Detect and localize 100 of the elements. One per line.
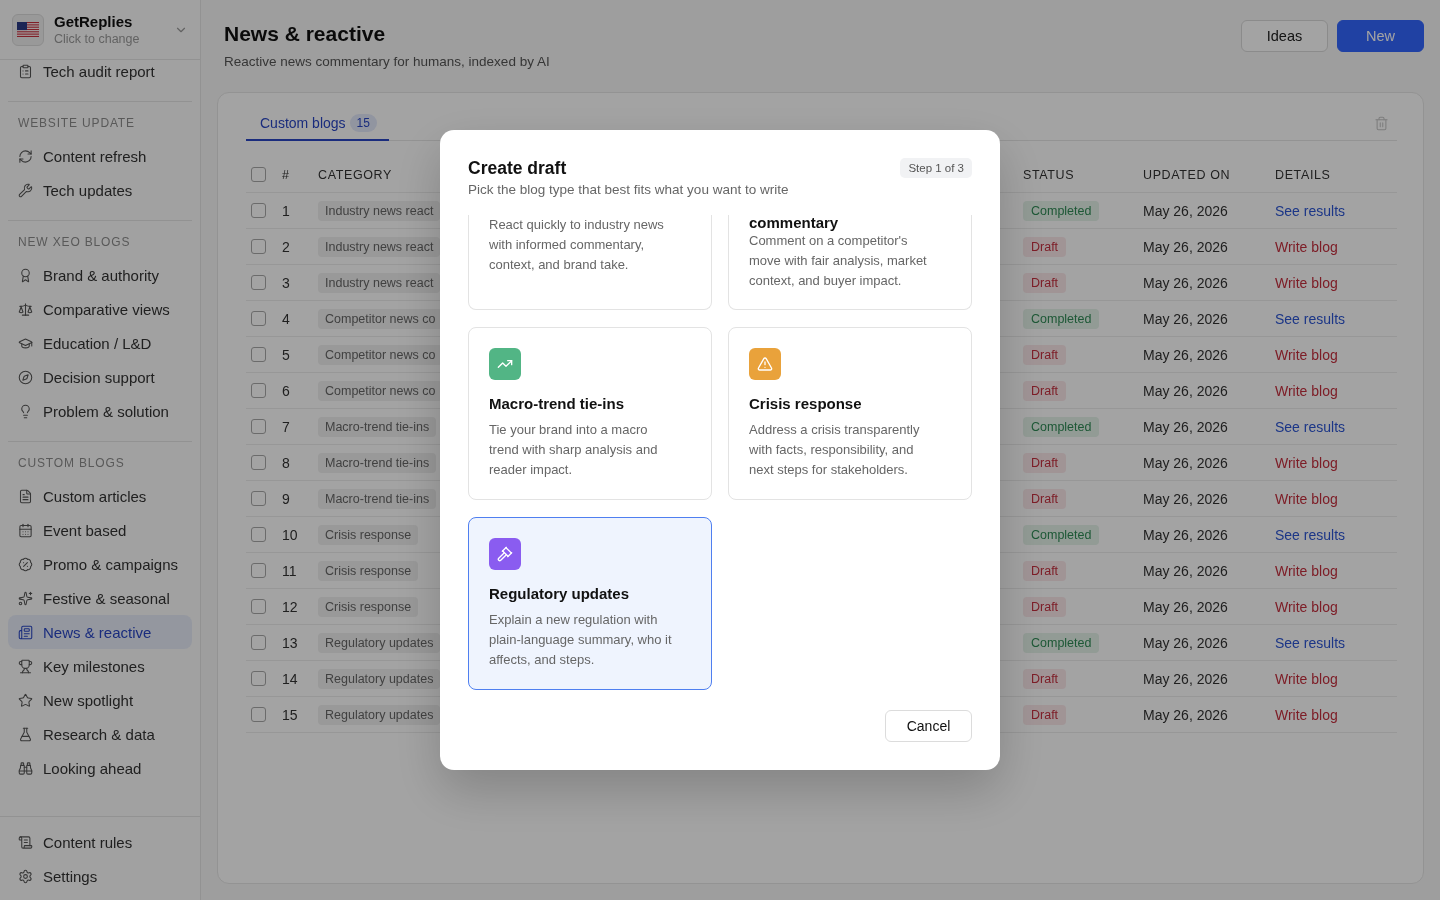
updated-date: May 26, 2026 [1143,418,1228,435]
status-tag: Draft [1023,236,1067,257]
status-tag: Draft [1023,596,1067,617]
row-checkbox[interactable] [251,455,266,470]
nav-item[interactable]: New spotlight [8,683,192,717]
document-icon [18,488,33,504]
status-tag: Draft [1023,344,1067,365]
star-icon [18,692,33,708]
status-tag: Draft [1023,704,1067,725]
binoculars-icon [18,760,33,776]
trophy-icon [18,658,33,674]
row-checkbox[interactable] [251,419,266,434]
nav-item[interactable]: Content refresh [8,139,192,173]
details-link[interactable]: See results [1275,634,1346,651]
row-checkbox[interactable] [251,707,266,722]
row-number: 2 [282,238,290,255]
card-description: Comment on a competitor's move with fair analysis, market context, and buyer impact. [749,232,928,290]
nav-item[interactable]: Settings [8,859,192,893]
trash-icon[interactable] [1374,116,1389,131]
nav-item[interactable]: Festive & seasonal [8,581,192,615]
tab[interactable]: Custom blogs 15 [246,107,389,141]
details-link[interactable]: See results [1275,418,1346,435]
nav-item[interactable]: Looking ahead [8,751,192,785]
details-link[interactable]: Write blog [1275,346,1338,363]
nav-item[interactable]: Tech updates [8,173,192,207]
nav-item[interactable]: Key milestones [8,649,192,683]
nav-item[interactable]: Custom articles [8,479,192,513]
scale-icon [18,301,33,317]
category-tag: Regulatory updates [318,632,441,653]
nav-item[interactable]: Event based [8,513,192,547]
settings-icon [18,868,33,884]
category-tag: Macro-trend tie-ins [318,488,437,509]
details-link[interactable]: See results [1275,310,1346,327]
category-tag: Industry news react [318,236,441,257]
updated-date: May 26, 2026 [1143,670,1228,687]
details-link[interactable]: Write blog [1275,598,1338,615]
row-checkbox[interactable] [251,311,266,326]
count-badge: 15 [349,114,377,132]
details-link[interactable]: Write blog [1275,490,1338,507]
nav-item[interactable]: Comparative views [8,292,192,326]
details-link[interactable]: Write blog [1275,274,1338,291]
nav-item[interactable]: Tech audit report [8,60,192,88]
nav-item[interactable]: Brand & authority [8,258,192,292]
row-number: 6 [282,382,290,399]
updated-date: May 26, 2026 [1143,526,1228,543]
row-checkbox[interactable] [251,599,266,614]
details-link[interactable]: Write blog [1275,238,1338,255]
nav-item[interactable]: Promo & campaigns [8,547,192,581]
details-link[interactable]: See results [1275,526,1346,543]
blog-type-card[interactable]: Macro-trend tie-ins Tie your brand into a macro trend with sharp analysis and reader impact. [468,327,712,500]
details-link[interactable]: Write blog [1275,670,1338,687]
new-button[interactable]: New [1337,20,1424,52]
scroll-icon [18,834,33,850]
calendar-icon [18,522,33,538]
nav-item[interactable]: Content rules [8,825,192,859]
category-tag: Competitor news co [318,380,443,401]
blog-type-card[interactable]: commentary Comment on a competitor's move with fair analysis, market context, and buyer impact. [728,215,972,310]
nav-item[interactable]: Problem & solution [8,394,192,428]
nav-item[interactable]: Education / L&D [8,326,192,360]
nav-item[interactable]: Research & data [8,717,192,751]
ideas-button[interactable]: Ideas [1241,20,1328,52]
wrench-icon [18,182,33,198]
category-tag: Industry news react [318,272,441,293]
updated-date: May 26, 2026 [1143,598,1228,615]
workspace-hint: Click to change [54,30,141,47]
details-link[interactable]: Write blog [1275,706,1338,723]
row-checkbox[interactable] [251,347,266,362]
row-number: 15 [282,706,298,723]
blog-type-card[interactable]: React quickly to industry news with informed commentary, context, and brand take. [468,215,712,310]
workspace-name: GetReplies [54,12,134,31]
card-title: Macro-trend tie-ins [489,394,624,414]
details-link[interactable]: Write blog [1275,562,1338,579]
blog-type-card[interactable]: Regulatory updates Explain a new regulation with plain-language summary, who it affects, and steps. [468,517,712,690]
nav-item[interactable]: Decision support [8,360,192,394]
details-link[interactable]: Write blog [1275,454,1338,471]
details-link[interactable]: See results [1275,202,1346,219]
row-checkbox[interactable] [251,563,266,578]
cancel-button[interactable]: Cancel [885,710,972,742]
nav-item[interactable]: News & reactive [8,615,192,649]
row-checkbox[interactable] [251,383,266,398]
row-number: 10 [282,526,298,543]
row-checkbox[interactable] [251,491,266,506]
row-checkbox[interactable] [251,671,266,686]
blog-type-card[interactable]: Crisis response Address a crisis transparently with facts, responsibility, and next steps for stakeholders. [728,327,972,500]
status-tag: Completed [1023,200,1100,221]
row-checkbox[interactable] [251,203,266,218]
percent-badge-icon [18,556,33,572]
row-checkbox[interactable] [251,239,266,254]
graduation-cap-icon [18,335,33,351]
row-checkbox[interactable] [251,527,266,542]
clipboard-icon [18,63,33,79]
row-number: 3 [282,274,290,291]
row-number: 11 [282,562,297,579]
details-link[interactable]: Write blog [1275,382,1338,399]
row-checkbox[interactable] [251,275,266,290]
category-tag: Industry news react [318,200,441,221]
row-number: 14 [282,670,298,687]
select-all-checkbox[interactable] [251,167,266,182]
row-checkbox[interactable] [251,635,266,650]
refresh-icon [18,148,33,164]
